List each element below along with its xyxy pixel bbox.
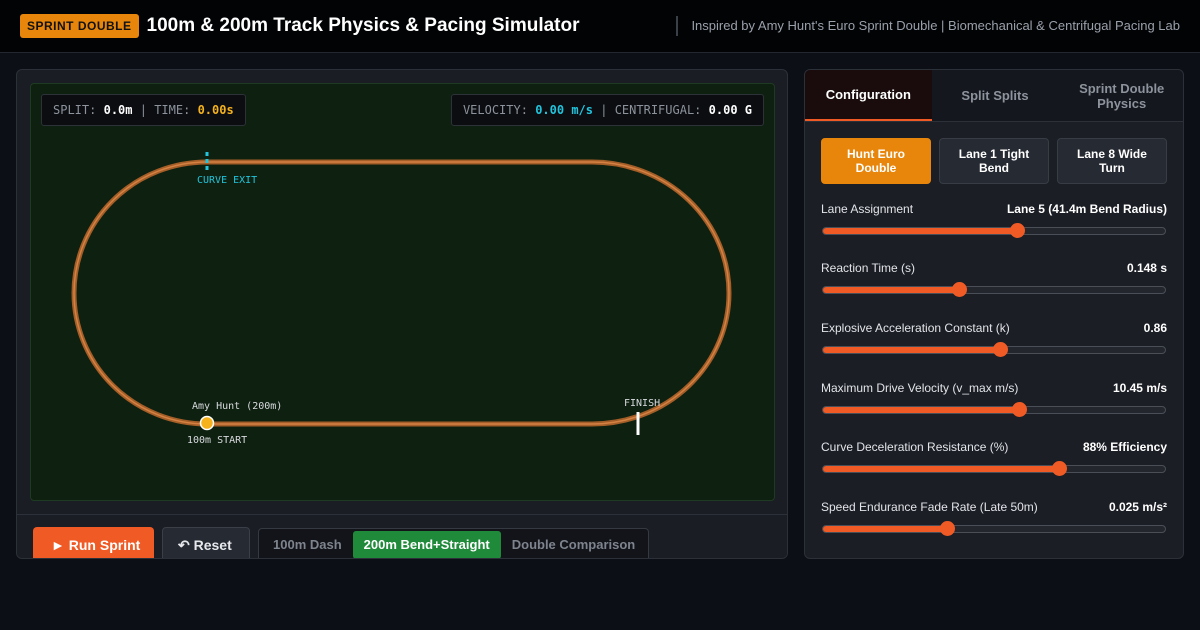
app-header: SPRINT DOUBLE 100m & 200m Track Physics … [0, 0, 1200, 53]
race-mode-selector: 100m Dash 200m Bend+Straight Double Comp… [258, 528, 649, 558]
param-value: 0.148 s [1126, 261, 1167, 275]
play-icon: ► [51, 537, 65, 553]
tab-sprint-double-physics[interactable]: Sprint Double Physics [1058, 70, 1183, 121]
slider-fill [823, 526, 949, 532]
param-label: Maximum Drive Velocity (v_max m/s) [821, 381, 1019, 395]
start-label: 100m START [187, 435, 247, 446]
preset-buttons: Hunt Euro Double Lane 1 Tight Bend Lane … [821, 138, 1167, 184]
velocity-centrifugal-readout: VELOCITY: 0.00 m/s | CENTRIFUGAL: 0.00 G [450, 94, 764, 126]
slider-fill [823, 287, 960, 293]
max-drive-velocity-slider[interactable] [822, 402, 1166, 417]
slider-fill [823, 228, 1019, 234]
split-label: SPLIT: [53, 103, 97, 117]
slider-thumb[interactable] [992, 342, 1008, 357]
param-lane-assignment: Lane Assignment Lane 5 (41.4m Bend Radiu… [821, 202, 1167, 242]
run-sprint-label: Run Sprint [68, 537, 141, 553]
readout-separator: | [600, 103, 608, 117]
endurance-fade-slider[interactable] [822, 521, 1166, 536]
split-value: 0.0m [103, 103, 133, 117]
param-label: Explosive Acceleration Constant (k) [821, 321, 1010, 335]
param-endurance-fade: Speed Endurance Fade Rate (Late 50m) 0.0… [821, 500, 1167, 540]
finish-label: FINISH [624, 398, 660, 409]
slider-thumb[interactable] [1010, 223, 1026, 238]
sim-controls: ► Run Sprint ↶ Reset 100m Dash 200m Bend… [17, 514, 787, 558]
page-title: 100m & 200m Track Physics & Pacing Simul… [146, 15, 580, 36]
slider-fill [823, 466, 1060, 472]
split-time-readout: SPLIT: 0.0m | TIME: 0.00s [41, 94, 246, 126]
time-label: TIME: [154, 103, 191, 117]
tab-configuration[interactable]: Configuration [805, 70, 932, 121]
slider-thumb[interactable] [1052, 461, 1067, 476]
undo-icon: ↶ [178, 536, 190, 553]
acceleration-constant-slider[interactable] [822, 342, 1166, 357]
param-reaction-time: Reaction Time (s) 0.148 s [821, 261, 1167, 301]
param-value: 0.86 [1143, 321, 1167, 335]
reset-button[interactable]: ↶ Reset [162, 527, 250, 558]
param-value: 88% Efficiency [1082, 440, 1167, 454]
centrifugal-value: 0.00 G [708, 103, 752, 117]
preset-hunt-euro-double[interactable]: Hunt Euro Double [821, 138, 931, 184]
param-curve-deceleration: Curve Deceleration Resistance (%) 88% Ef… [821, 440, 1167, 480]
velocity-value: 0.00 m/s [535, 103, 593, 117]
mode-100m-dash[interactable]: 100m Dash [262, 531, 353, 558]
sprint-double-badge: SPRINT DOUBLE [20, 14, 139, 38]
simulation-panel: CURVE EXIT FINISH Amy Hunt (200m) 100m S… [16, 69, 788, 559]
param-value: Lane 5 (41.4m Bend Radius) [1006, 202, 1167, 216]
curve-deceleration-slider[interactable] [822, 461, 1166, 476]
tab-split-splits[interactable]: Split Splits [932, 70, 1059, 121]
slider-fill [823, 347, 1001, 353]
slider-thumb[interactable] [940, 521, 956, 536]
runner-label: Amy Hunt (200m) [192, 401, 282, 412]
settings-tabs: Configuration Split Splits Sprint Double… [805, 70, 1183, 122]
centrifugal-label: CENTRIFUGAL: [614, 103, 702, 117]
track-svg: CURVE EXIT FINISH Amy Hunt (200m) 100m S… [71, 152, 732, 446]
track-canvas: CURVE EXIT FINISH Amy Hunt (200m) 100m S… [30, 83, 775, 501]
param-value: 10.45 m/s [1112, 381, 1167, 395]
track-lane-highlight [73, 161, 730, 425]
param-label: Lane Assignment [821, 202, 914, 216]
track-lane [71, 159, 732, 427]
reset-label: Reset [193, 536, 232, 553]
page-subtitle: Inspired by Amy Hunt's Euro Sprint Doubl… [676, 16, 1180, 36]
param-acceleration-constant: Explosive Acceleration Constant (k) 0.86 [821, 321, 1167, 361]
preset-lane-1-tight-bend[interactable]: Lane 1 Tight Bend [939, 138, 1049, 184]
slider-thumb[interactable] [1011, 402, 1027, 417]
param-max-drive-velocity: Maximum Drive Velocity (v_max m/s) 10.45… [821, 381, 1167, 421]
reaction-time-slider[interactable] [822, 282, 1166, 297]
readout-separator: | [139, 103, 147, 117]
lane-assignment-slider[interactable] [822, 223, 1166, 238]
settings-panel: Configuration Split Splits Sprint Double… [804, 69, 1184, 559]
param-label: Speed Endurance Fade Rate (Late 50m) [821, 500, 1038, 514]
param-label: Reaction Time (s) [821, 261, 916, 275]
mode-200m-bend-straight[interactable]: 200m Bend+Straight [352, 531, 501, 558]
velocity-label: VELOCITY: [462, 103, 528, 117]
curve-exit-label: CURVE EXIT [197, 175, 257, 186]
slider-thumb[interactable] [951, 282, 967, 297]
slider-fill [823, 407, 1020, 413]
time-value: 0.00s [197, 103, 234, 117]
run-sprint-button[interactable]: ► Run Sprint [33, 527, 154, 558]
param-value: 0.025 m/s² [1108, 500, 1167, 514]
preset-lane-8-wide-turn[interactable]: Lane 8 Wide Turn [1057, 138, 1167, 184]
runner-dot [199, 415, 215, 431]
mode-double-comparison[interactable]: Double Comparison [501, 531, 647, 558]
param-label: Curve Deceleration Resistance (%) [821, 440, 1009, 454]
